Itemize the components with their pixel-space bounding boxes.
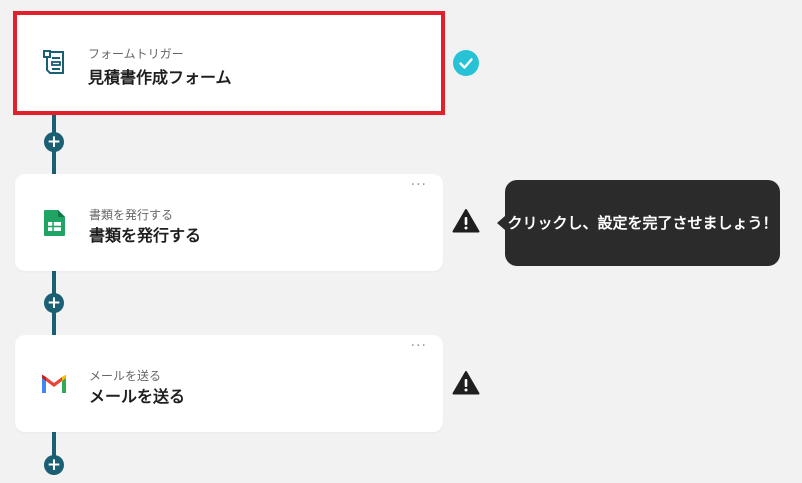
add-step-button[interactable]: +	[44, 132, 64, 152]
step-subtitle: 書類を発行する	[89, 208, 174, 222]
check-icon	[453, 50, 479, 80]
step-title: メールを送る	[89, 387, 186, 406]
add-step-button[interactable]: +	[44, 293, 64, 313]
step-title: 見積書作成フォーム	[88, 68, 232, 87]
form-icon	[41, 47, 71, 77]
more-options-icon[interactable]: ···	[411, 177, 427, 193]
gmail-icon	[40, 373, 70, 403]
step-subtitle: フォームトリガー	[88, 47, 184, 61]
step-card-issue-document[interactable]: ··· 書類を発行する 書類を発行する	[15, 174, 443, 271]
tooltip: クリックし、設定を完了させましょう！	[505, 180, 780, 266]
warning-icon	[452, 370, 480, 400]
google-sheets-icon	[39, 208, 69, 238]
step-card-form-trigger[interactable]: フォームトリガー 見積書作成フォーム	[13, 11, 445, 115]
step-card-send-email[interactable]: ··· メールを送る メールを送る	[15, 335, 443, 432]
step-subtitle: メールを送る	[89, 369, 162, 383]
add-step-button[interactable]: +	[44, 455, 64, 475]
warning-icon	[452, 208, 480, 238]
more-options-icon[interactable]: ···	[411, 338, 427, 354]
tooltip-arrow	[497, 216, 505, 230]
step-title: 書類を発行する	[89, 226, 202, 245]
